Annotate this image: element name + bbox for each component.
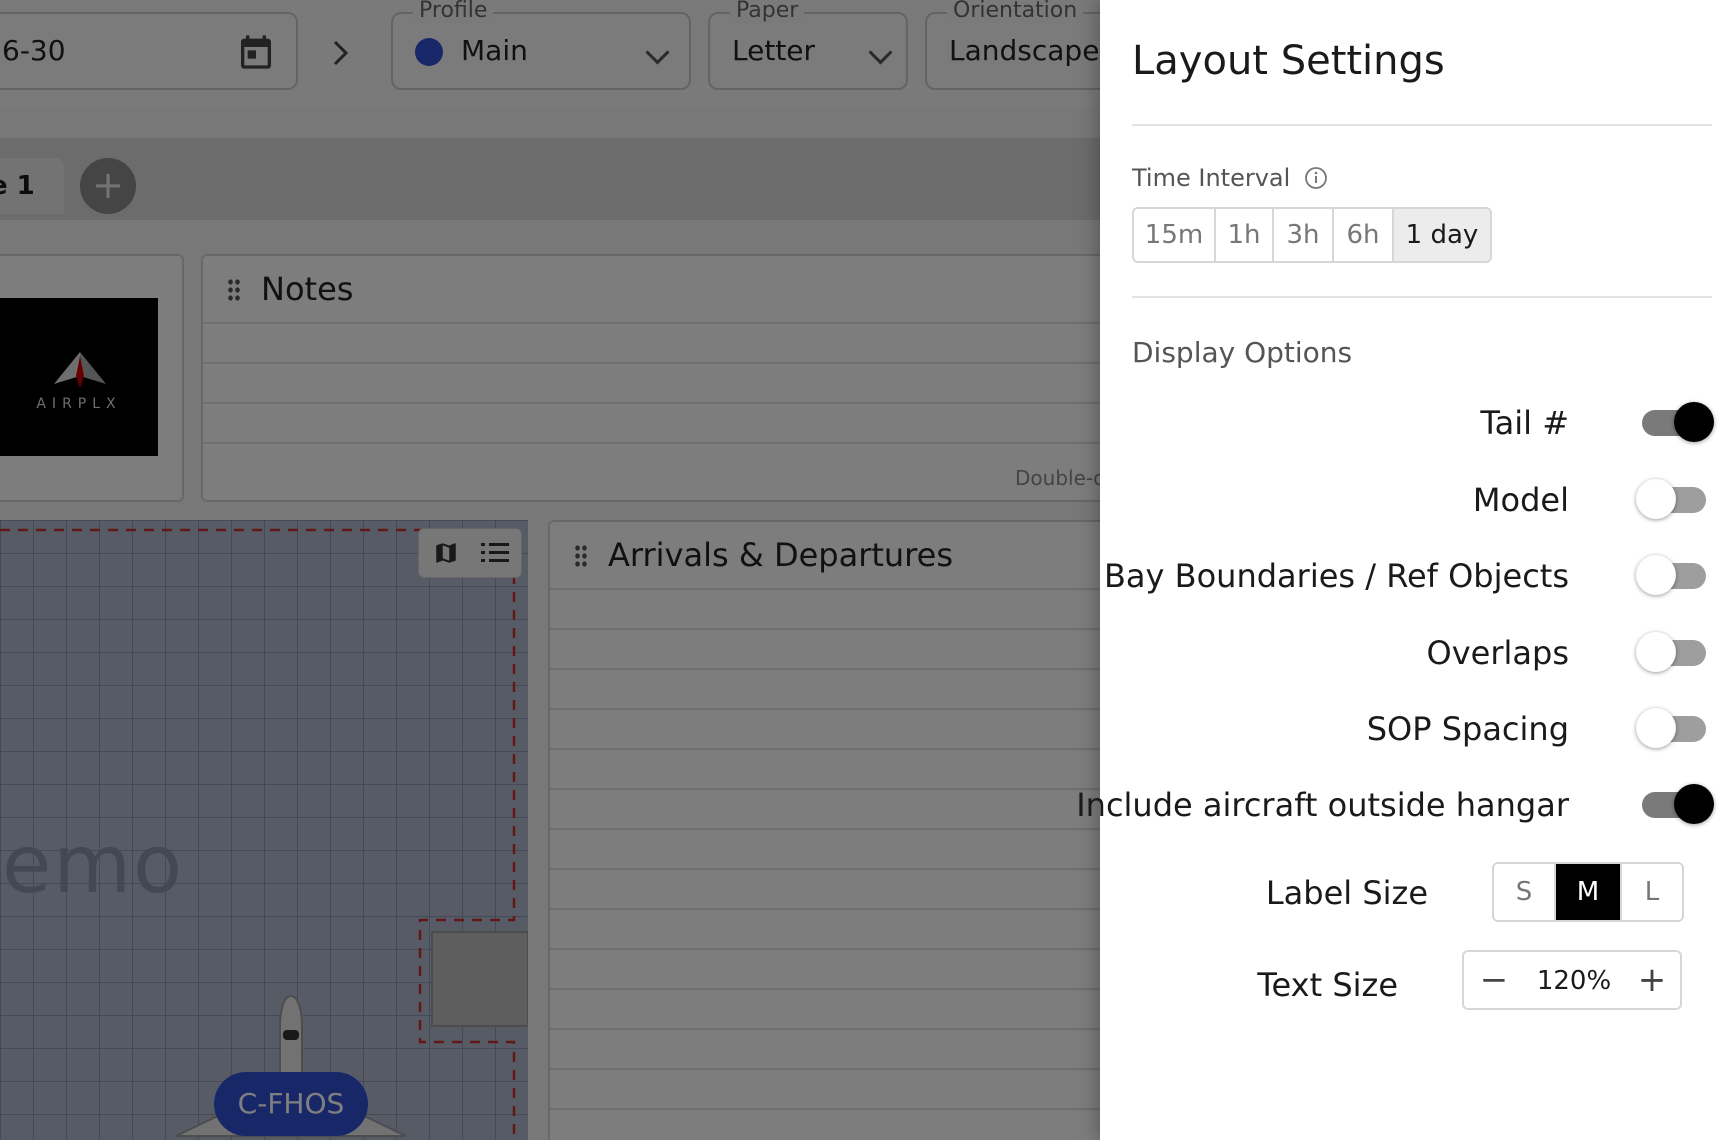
calendar-icon[interactable]	[236, 32, 276, 72]
time-interval-label: Time Interval	[1132, 164, 1328, 192]
bay-boundaries-toggle[interactable]	[1636, 553, 1714, 597]
logo-text: AIRPLX	[36, 396, 122, 412]
drag-handle-icon[interactable]	[227, 278, 241, 302]
orientation-select[interactable]: Orientation Landscape	[925, 0, 1100, 90]
text-size-stepper: − 120% +	[1462, 950, 1682, 1010]
aircraft-tail-badge[interactable]: C-FHOS	[214, 1072, 368, 1136]
airplx-logo-icon	[54, 352, 106, 388]
map-view-toggle	[418, 528, 522, 578]
label-size-m-button[interactable]: M	[1556, 864, 1622, 920]
overlaps-label: Overlaps	[1426, 634, 1569, 672]
time-interval-label-text: Time Interval	[1132, 164, 1291, 192]
label-size-label: Label Size	[1265, 874, 1428, 912]
info-icon[interactable]	[1304, 166, 1328, 190]
arrivals-departures-panel[interactable]: Arrivals & Departures	[548, 520, 1100, 1140]
sop-spacing-label: SOP Spacing	[1366, 710, 1569, 748]
orientation-value: Landscape	[949, 34, 1100, 67]
bay-boundaries-label: Bay Boundaries / Ref Objects	[1103, 557, 1569, 595]
label-size-l-button[interactable]: L	[1622, 864, 1682, 920]
orientation-legend: Orientation	[947, 0, 1084, 23]
tail-number-label: Tail #	[1480, 404, 1569, 442]
page-tabs: e 1 +	[0, 138, 1100, 220]
model-toggle[interactable]	[1636, 477, 1714, 521]
background-app: 6-30 Profile Main Paper Letter Orientati…	[0, 0, 1100, 1140]
divider	[1132, 296, 1712, 298]
divider	[1132, 124, 1712, 126]
arrivals-title: Arrivals & Departures	[608, 536, 953, 574]
include-outside-hangar-toggle[interactable]	[1638, 782, 1714, 826]
interval-1h-button[interactable]: 1h	[1216, 209, 1274, 261]
tail-number-toggle[interactable]	[1638, 400, 1714, 444]
map-icon[interactable]	[433, 539, 459, 567]
text-size-increase-button[interactable]: +	[1624, 952, 1680, 1008]
date-field[interactable]: 6-30	[0, 12, 298, 90]
profile-legend: Profile	[413, 0, 494, 23]
list-icon[interactable]	[481, 541, 509, 565]
paper-legend: Paper	[730, 0, 805, 23]
display-options-label: Display Options	[1132, 336, 1353, 369]
profile-value: Main	[461, 34, 528, 67]
interval-1-day-button[interactable]: 1 day	[1394, 209, 1490, 261]
overlaps-toggle[interactable]	[1636, 630, 1714, 674]
profile-select[interactable]: Profile Main	[391, 0, 691, 90]
include-outside-hangar-label: Include aircraft outside hangar	[1076, 786, 1569, 824]
paper-value: Letter	[732, 34, 816, 67]
label-size-s-button[interactable]: S	[1494, 864, 1556, 920]
text-size-decrease-button[interactable]: −	[1466, 952, 1522, 1008]
sop-spacing-toggle[interactable]	[1636, 706, 1714, 750]
drag-handle-icon[interactable]	[574, 544, 588, 568]
company-logo: AIRPLX	[0, 298, 158, 456]
text-size-value: 120%	[1536, 966, 1612, 996]
chevron-down-icon	[645, 40, 670, 65]
label-size-selector: S M L	[1492, 862, 1684, 922]
chevron-right-icon[interactable]	[330, 38, 352, 68]
interval-3h-button[interactable]: 3h	[1274, 209, 1334, 261]
time-interval-selector: 15m 1h 3h 6h 1 day	[1132, 207, 1492, 263]
layout-settings-drawer: Layout Settings Time Interval 15m 1h 3h …	[1076, 0, 1734, 1140]
paper-select[interactable]: Paper Letter	[708, 0, 908, 90]
chevron-down-icon	[868, 40, 893, 65]
add-tab-button[interactable]: +	[80, 158, 136, 214]
model-label: Model	[1472, 481, 1569, 519]
date-value: 6-30	[2, 34, 66, 67]
toolbar: 6-30 Profile Main Paper Letter Orientati…	[0, 0, 1100, 108]
notes-title: Notes	[261, 270, 354, 308]
demo-watermark: emo	[2, 818, 185, 911]
interval-6h-button[interactable]: 6h	[1334, 209, 1394, 261]
profile-color-dot	[415, 38, 443, 66]
drawer-title: Layout Settings	[1132, 38, 1445, 84]
tab-page[interactable]: e 1	[0, 158, 64, 214]
interval-15m-button[interactable]: 15m	[1134, 209, 1216, 261]
notes-hint: Double-c	[1015, 466, 1100, 490]
text-size-label: Text Size	[1257, 966, 1398, 1004]
notes-panel[interactable]: Notes Double-c	[201, 254, 1100, 502]
